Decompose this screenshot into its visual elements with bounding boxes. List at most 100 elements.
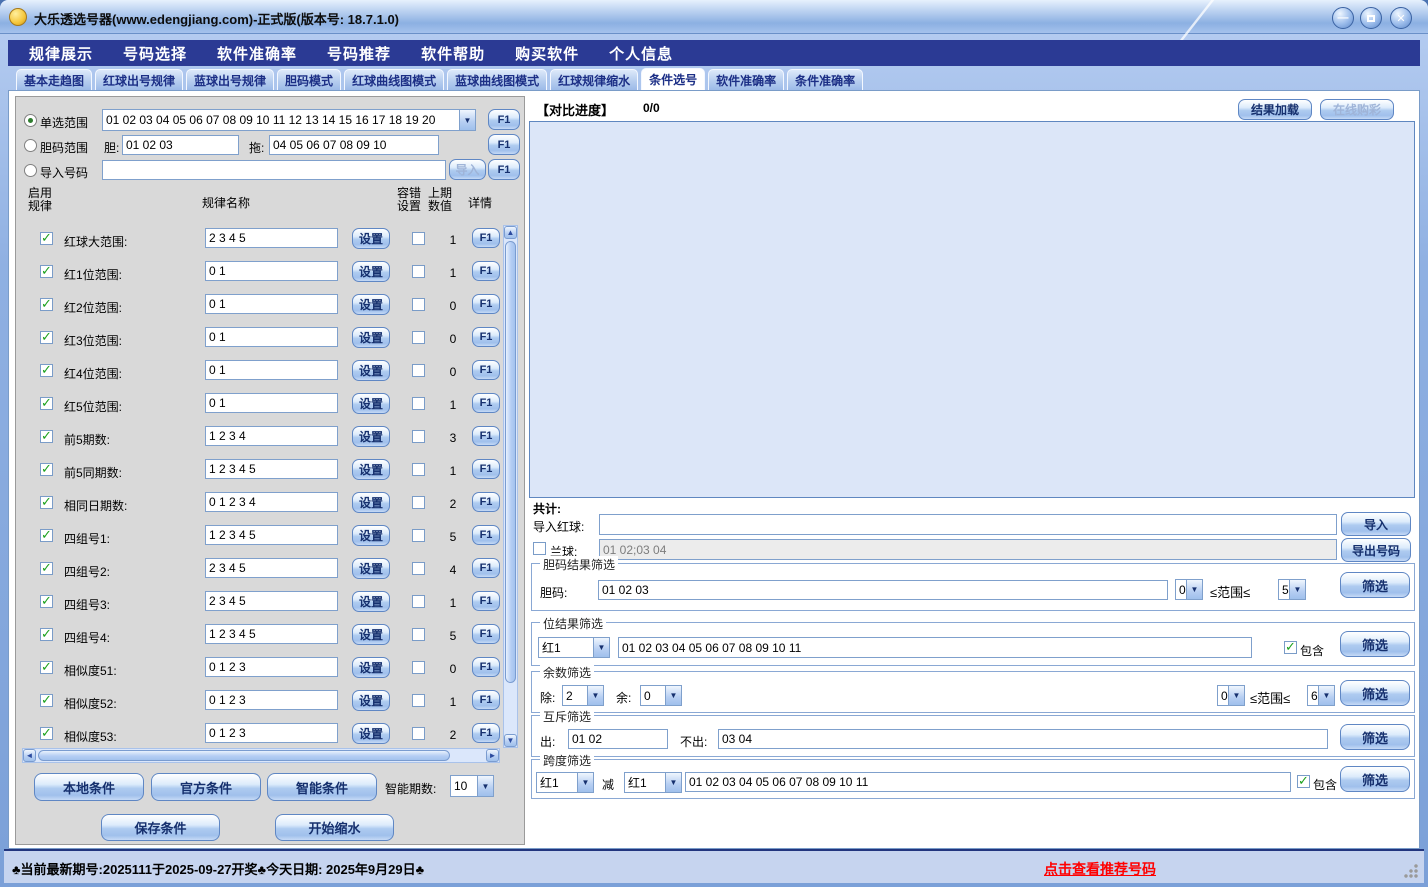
rule-tolerance-checkbox[interactable] [412, 364, 425, 377]
menu-item-1[interactable]: 号码选择 [108, 43, 202, 64]
rules-horizontal-scrollbar[interactable]: ◄ ► [22, 748, 500, 763]
rule-f1-button[interactable]: F1 [472, 426, 500, 446]
load-results-button[interactable]: 结果加载 [1238, 99, 1312, 120]
rule-enable-checkbox[interactable] [40, 331, 53, 344]
chevron-down-icon[interactable]: ▼ [665, 773, 681, 792]
minimize-button[interactable]: — [1332, 7, 1354, 29]
rule-f1-button[interactable]: F1 [472, 327, 500, 347]
span-values-input[interactable] [685, 772, 1291, 792]
rule-value-input[interactable] [205, 492, 338, 512]
tab-0[interactable]: 基本走趋图 [16, 69, 92, 90]
span-combo-1[interactable]: 红1▼ [536, 772, 594, 793]
save-condition-button[interactable]: 保存条件 [101, 814, 220, 841]
resize-grip-icon[interactable] [1404, 864, 1418, 878]
rule-value-input[interactable] [205, 624, 338, 644]
single-range-combo[interactable]: 01 02 03 04 05 06 07 08 09 10 11 12 13 1… [102, 109, 476, 131]
tuo-input[interactable] [269, 135, 439, 155]
rule-value-input[interactable] [205, 690, 338, 710]
rule-value-input[interactable] [205, 360, 338, 380]
position-values-input[interactable] [618, 637, 1252, 658]
tab-7[interactable]: 条件选号 [641, 68, 705, 90]
menu-item-6[interactable]: 个人信息 [594, 43, 688, 64]
radio-single-range[interactable] [24, 114, 37, 127]
chevron-down-icon[interactable]: ▼ [587, 686, 603, 705]
local-condition-button[interactable]: 本地条件 [34, 773, 144, 801]
results-area[interactable] [529, 121, 1415, 498]
rule-f1-button[interactable]: F1 [472, 624, 500, 644]
rule-set-button[interactable]: 设置 [352, 228, 390, 249]
remainder-filter-button[interactable]: 筛选 [1340, 680, 1410, 706]
import-numbers-input[interactable] [102, 160, 446, 180]
rule-enable-checkbox[interactable] [40, 562, 53, 575]
rule-value-input[interactable] [205, 426, 338, 446]
tab-3[interactable]: 胆码模式 [277, 69, 341, 90]
rule-tolerance-checkbox[interactable] [412, 430, 425, 443]
rule-tolerance-checkbox[interactable] [412, 331, 425, 344]
dan-filter-input[interactable] [598, 580, 1168, 600]
rule-set-button[interactable]: 设置 [352, 723, 390, 744]
rule-enable-checkbox[interactable] [40, 463, 53, 476]
rule-set-button[interactable]: 设置 [352, 525, 390, 546]
rule-value-input[interactable] [205, 459, 338, 479]
rule-enable-checkbox[interactable] [40, 298, 53, 311]
rules-vertical-scrollbar[interactable]: ▲ ▼ [503, 225, 518, 748]
rule-enable-checkbox[interactable] [40, 397, 53, 410]
scroll-left-icon[interactable]: ◄ [23, 749, 36, 762]
position-combo[interactable]: 红1▼ [538, 637, 610, 658]
rule-enable-checkbox[interactable] [40, 529, 53, 542]
rule-tolerance-checkbox[interactable] [412, 628, 425, 641]
rule-enable-checkbox[interactable] [40, 430, 53, 443]
chevron-down-icon[interactable]: ▼ [459, 110, 475, 130]
scroll-down-icon[interactable]: ▼ [504, 734, 517, 747]
rule-value-input[interactable] [205, 327, 338, 347]
close-button[interactable]: ✕ [1390, 7, 1412, 29]
rule-set-button[interactable]: 设置 [352, 426, 390, 447]
rule-enable-checkbox[interactable] [40, 661, 53, 674]
rule-tolerance-checkbox[interactable] [412, 397, 425, 410]
rule-value-input[interactable] [205, 723, 338, 743]
rule-enable-checkbox[interactable] [40, 496, 53, 509]
horizontal-scroll-thumb[interactable] [38, 750, 450, 761]
rule-tolerance-checkbox[interactable] [412, 562, 425, 575]
rule-set-button[interactable]: 设置 [352, 558, 390, 579]
rule-tolerance-checkbox[interactable] [412, 694, 425, 707]
rule-tolerance-checkbox[interactable] [412, 496, 425, 509]
chevron-down-icon[interactable]: ▼ [1186, 580, 1202, 599]
blue-ball-checkbox[interactable] [533, 542, 546, 555]
scroll-right-icon[interactable]: ► [486, 749, 499, 762]
rule-enable-checkbox[interactable] [40, 364, 53, 377]
menu-item-2[interactable]: 软件准确率 [202, 43, 312, 64]
rule-f1-button[interactable]: F1 [472, 228, 500, 248]
rule-set-button[interactable]: 设置 [352, 492, 390, 513]
rule-f1-button[interactable]: F1 [472, 591, 500, 611]
chevron-down-icon[interactable]: ▼ [577, 773, 593, 792]
rule-tolerance-checkbox[interactable] [412, 661, 425, 674]
remainder-combo[interactable]: 0▼ [640, 685, 682, 706]
rule-tolerance-checkbox[interactable] [412, 529, 425, 542]
tab-8[interactable]: 软件准确率 [708, 69, 784, 90]
not-out-input[interactable] [718, 729, 1328, 749]
radio-dan-range[interactable] [24, 139, 37, 152]
rule-set-button[interactable]: 设置 [352, 261, 390, 282]
rule-value-input[interactable] [205, 591, 338, 611]
rule-value-input[interactable] [205, 294, 338, 314]
chevron-down-icon[interactable]: ▼ [665, 686, 681, 705]
rule-set-button[interactable]: 设置 [352, 360, 390, 381]
dan-filter-button[interactable]: 筛选 [1340, 572, 1410, 598]
single-range-f1-button[interactable]: F1 [488, 109, 520, 130]
tab-9[interactable]: 条件准确率 [787, 69, 863, 90]
rule-enable-checkbox[interactable] [40, 628, 53, 641]
official-condition-button[interactable]: 官方条件 [151, 773, 261, 801]
rule-enable-checkbox[interactable] [40, 265, 53, 278]
rule-f1-button[interactable]: F1 [472, 393, 500, 413]
menu-item-4[interactable]: 软件帮助 [406, 43, 500, 64]
import-numbers-button[interactable]: 导入 [449, 159, 486, 180]
rule-f1-button[interactable]: F1 [472, 723, 500, 743]
tab-2[interactable]: 蓝球出号规律 [186, 69, 274, 90]
radio-import-numbers[interactable] [24, 164, 37, 177]
dan-range-f1-button[interactable]: F1 [488, 134, 520, 155]
rule-value-input[interactable] [205, 525, 338, 545]
rule-value-input[interactable] [205, 393, 338, 413]
rule-set-button[interactable]: 设置 [352, 690, 390, 711]
scroll-up-icon[interactable]: ▲ [504, 226, 517, 239]
